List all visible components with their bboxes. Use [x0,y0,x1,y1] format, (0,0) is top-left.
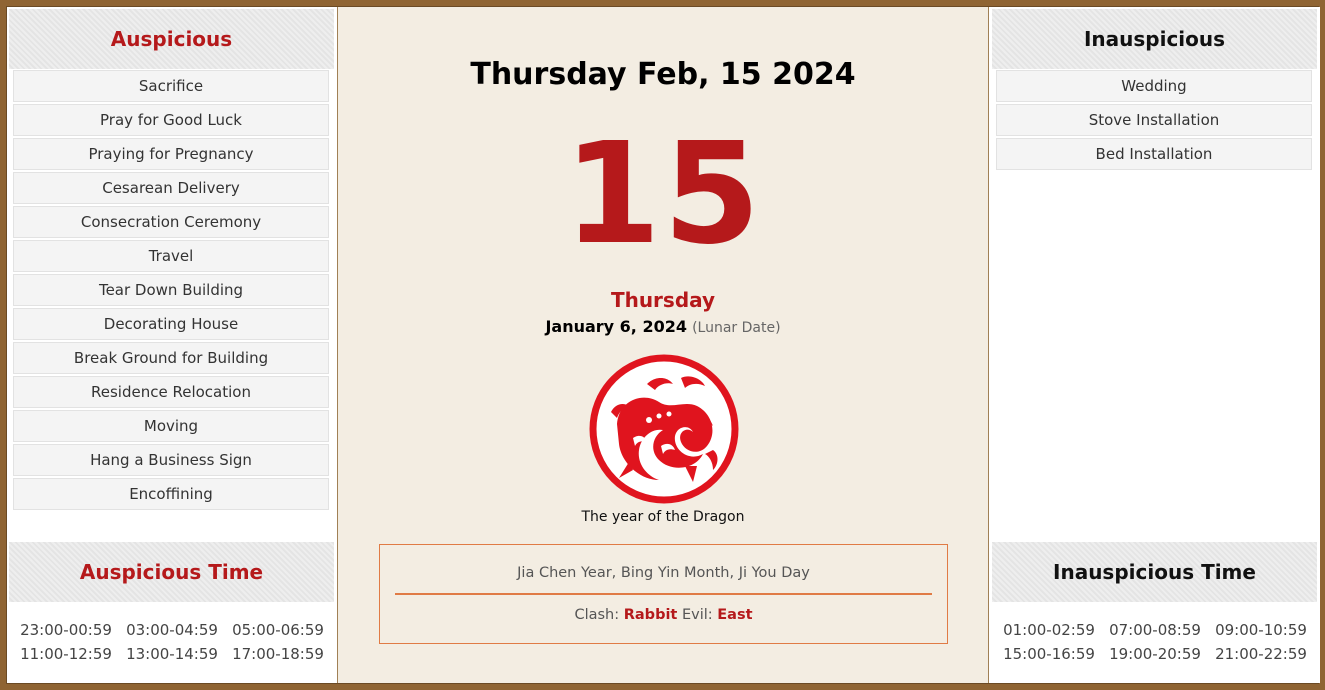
evil-value: East [717,607,753,623]
clash-label: Clash: [574,607,620,623]
day-number: 15 [563,113,763,276]
auspicious-item: Break Ground for Building [13,342,329,374]
inauspicious-time-slot: 21:00-22:59 [1215,645,1307,663]
inauspicious-time-slot: 19:00-20:59 [1109,645,1201,663]
auspicious-time-heading: Auspicious Time [9,542,334,602]
date-panel: Thursday Feb, 15 2024 15 Thursday Januar… [337,7,989,683]
inauspicious-item: Wedding [996,70,1312,102]
auspicious-time-slot: 23:00-00:59 [20,621,112,639]
lunar-date: January 6, 2024 (Lunar Date) [338,317,988,336]
auspicious-time-slot: 03:00-04:59 [126,621,218,639]
inauspicious-time-slot: 01:00-02:59 [1003,621,1095,639]
inauspicious-item: Stove Installation [996,104,1312,136]
auspicious-item: Praying for Pregnancy [13,138,329,170]
lunar-date-note: (Lunar Date) [692,320,781,336]
zodiac-caption: The year of the Dragon [581,509,745,525]
full-date-title: Thursday Feb, 15 2024 [470,57,856,92]
ganzhi-text: Jia Chen Year, Bing Yin Month, Ji You Da… [517,565,810,581]
inauspicious-time-slot: 15:00-16:59 [1003,645,1095,663]
info-divider [395,593,932,595]
dragon-papercut-icon [589,354,739,504]
inauspicious-column: Inauspicious Wedding Stove Installation … [990,7,1320,683]
auspicious-time-slot: 05:00-06:59 [232,621,324,639]
inauspicious-item: Bed Installation [996,138,1312,170]
auspicious-time-grid: 23:00-00:59 03:00-04:59 05:00-06:59 11:0… [7,621,337,663]
auspicious-item: Residence Relocation [13,376,329,408]
almanac-frame: Auspicious Sacrifice Pray for Good Luck … [6,6,1320,684]
evil-label: Evil: [681,607,713,623]
auspicious-item: Sacrifice [13,70,329,102]
auspicious-item: Pray for Good Luck [13,104,329,136]
auspicious-time-slot: 11:00-12:59 [20,645,112,663]
inauspicious-time-grid: 01:00-02:59 07:00-08:59 09:00-10:59 15:0… [990,621,1320,663]
auspicious-column: Auspicious Sacrifice Pray for Good Luck … [7,7,337,683]
lunar-date-value: January 6, 2024 [545,317,687,336]
auspicious-heading: Auspicious [9,9,334,69]
inauspicious-time-heading: Inauspicious Time [992,542,1317,602]
auspicious-item: Cesarean Delivery [13,172,329,204]
clash-value: Rabbit [623,607,678,623]
auspicious-time-slot: 13:00-14:59 [126,645,218,663]
auspicious-item: Moving [13,410,329,442]
auspicious-item: Travel [13,240,329,272]
auspicious-list: Sacrifice Pray for Good Luck Praying for… [13,70,329,512]
ganzhi-info-box: Jia Chen Year, Bing Yin Month, Ji You Da… [379,544,948,644]
auspicious-item: Tear Down Building [13,274,329,306]
auspicious-item: Encoffining [13,478,329,510]
inauspicious-list: Wedding Stove Installation Bed Installat… [996,70,1312,172]
inauspicious-time-slot: 07:00-08:59 [1109,621,1201,639]
inauspicious-time-slot: 09:00-10:59 [1215,621,1307,639]
auspicious-item: Hang a Business Sign [13,444,329,476]
inauspicious-heading: Inauspicious [992,9,1317,69]
clash-evil-line: Clash: Rabbit Evil: East [380,607,947,623]
weekday-label: Thursday [610,288,716,312]
auspicious-time-slot: 17:00-18:59 [232,645,324,663]
auspicious-item: Consecration Ceremony [13,206,329,238]
auspicious-item: Decorating House [13,308,329,340]
